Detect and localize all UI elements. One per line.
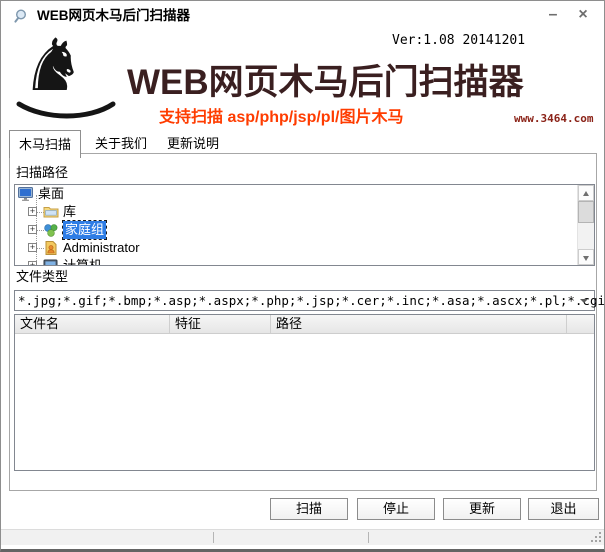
tree-item-desktop[interactable]: 桌面 bbox=[15, 185, 577, 203]
expand-toggle-icon[interactable]: + bbox=[28, 225, 37, 234]
scan-path-label: 扫描路径 bbox=[16, 162, 68, 181]
expand-toggle-icon[interactable]: + bbox=[28, 243, 37, 252]
tab-strip: 木马扫描 关于我们 更新说明 bbox=[9, 130, 225, 151]
folder-tree[interactable]: 桌面 + 库 + bbox=[14, 184, 595, 266]
update-button[interactable]: 更新 bbox=[443, 498, 521, 520]
arrow-up-icon bbox=[583, 191, 589, 196]
rocker-arc-icon bbox=[15, 101, 117, 121]
tree-item-label: 桌面 bbox=[38, 185, 64, 203]
tree-item-libraries[interactable]: + 库 bbox=[15, 203, 577, 221]
tree-item-computer[interactable]: + 计算机 bbox=[15, 257, 577, 265]
tree-item-label-selected: 家庭组 bbox=[63, 221, 106, 239]
statusbar-separator bbox=[368, 532, 369, 543]
file-type-combobox[interactable]: *.jpg;*.gif;*.bmp;*.asp;*.aspx;*.php;*.j… bbox=[14, 290, 595, 311]
resize-grip[interactable] bbox=[591, 532, 601, 542]
results-table-header: 文件名 特征 路径 bbox=[15, 315, 594, 334]
desktop-icon bbox=[18, 186, 34, 202]
libraries-folder-icon bbox=[43, 204, 59, 220]
scroll-up-button[interactable] bbox=[578, 185, 594, 201]
expand-toggle-icon[interactable]: + bbox=[28, 207, 37, 216]
results-table-body bbox=[15, 334, 594, 470]
rocking-horse-logo: ♞ bbox=[15, 45, 119, 121]
app-title: WEB网页木马后门扫描器 bbox=[127, 54, 524, 105]
title-bar: WEB网页木马后门扫描器 – × bbox=[1, 1, 604, 31]
tree-item-administrator[interactable]: + Administrator bbox=[15, 239, 577, 257]
arrow-down-icon bbox=[583, 256, 589, 261]
scrollbar-thumb[interactable] bbox=[578, 201, 594, 223]
close-button[interactable]: × bbox=[568, 1, 598, 29]
tab-trojan-scan[interactable]: 木马扫描 bbox=[9, 130, 81, 158]
horse-icon: ♞ bbox=[21, 29, 86, 101]
website-text: www.3464.com bbox=[514, 112, 593, 125]
column-header-filename[interactable]: 文件名 bbox=[15, 315, 170, 333]
app-window: WEB网页木马后门扫描器 – × Ver:1.08 20141201 ♞ WEB… bbox=[0, 0, 605, 552]
combo-dropdown-icon[interactable] bbox=[580, 299, 588, 303]
column-header-signature[interactable]: 特征 bbox=[170, 315, 271, 333]
tagline: 支持扫描 asp/php/jsp/pl/图片木马 bbox=[159, 103, 403, 127]
magnifier-search-icon bbox=[13, 8, 29, 24]
tree-item-homegroup[interactable]: + 家庭组 bbox=[15, 221, 577, 239]
expand-toggle-icon[interactable]: + bbox=[28, 261, 37, 265]
column-header-path[interactable]: 路径 bbox=[271, 315, 567, 333]
tree-scrollbar[interactable] bbox=[577, 185, 594, 265]
tree-item-label: 库 bbox=[63, 203, 76, 221]
tree-item-label: 计算机 bbox=[63, 257, 102, 265]
file-type-value[interactable]: *.jpg;*.gif;*.bmp;*.asp;*.aspx;*.php;*.j… bbox=[18, 291, 605, 310]
minimize-button[interactable]: – bbox=[538, 1, 568, 29]
statusbar-separator bbox=[213, 532, 214, 543]
exit-button[interactable]: 退出 bbox=[528, 498, 599, 520]
version-text: Ver:1.08 20141201 bbox=[392, 33, 525, 48]
tree-item-label: Administrator bbox=[63, 239, 140, 257]
user-folder-icon bbox=[43, 240, 59, 256]
scroll-down-button[interactable] bbox=[578, 249, 594, 265]
stop-button[interactable]: 停止 bbox=[357, 498, 435, 520]
homegroup-icon bbox=[43, 222, 59, 238]
column-header-extra bbox=[567, 315, 594, 333]
scan-button[interactable]: 扫描 bbox=[270, 498, 348, 520]
scan-panel: 扫描路径 桌面 + bbox=[9, 153, 597, 491]
file-type-label: 文件类型 bbox=[16, 266, 68, 285]
computer-icon bbox=[43, 258, 59, 265]
results-table: 文件名 特征 路径 bbox=[14, 314, 595, 471]
banner: Ver:1.08 20141201 ♞ WEB网页木马后门扫描器 支持扫描 as… bbox=[1, 31, 604, 126]
status-bar bbox=[1, 529, 604, 545]
tree-viewport: 桌面 + 库 + bbox=[15, 185, 577, 265]
